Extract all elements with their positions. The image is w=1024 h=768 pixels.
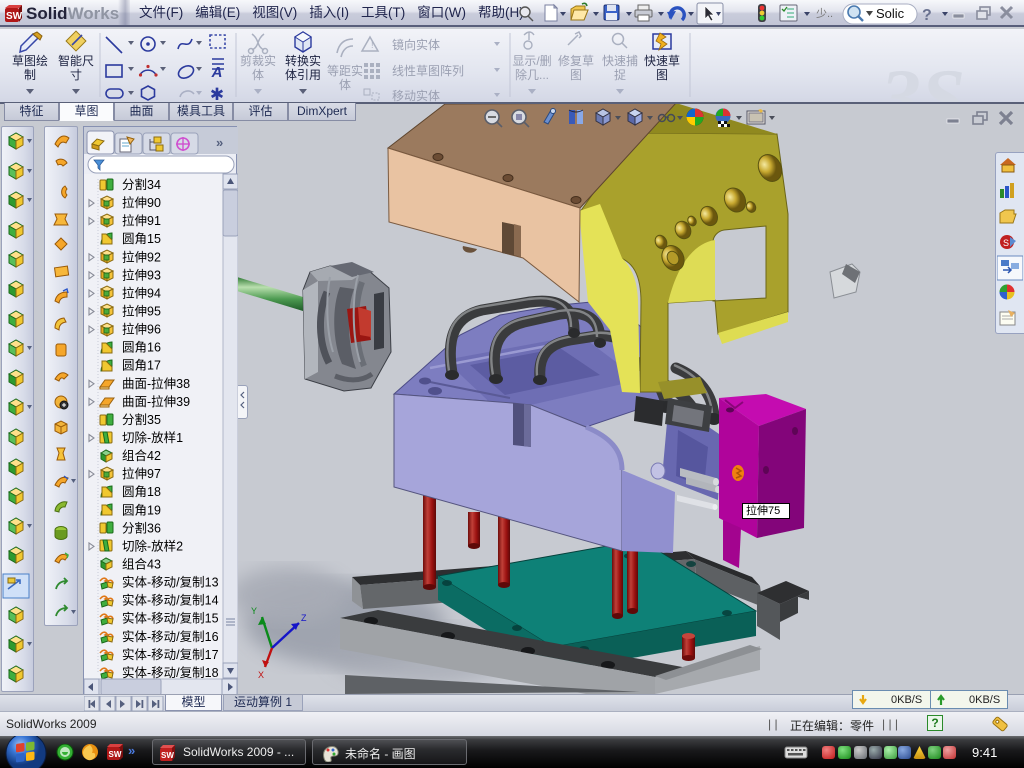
svg-text:体: 体 — [252, 68, 264, 82]
svg-text:Z: Z — [301, 613, 307, 623]
svg-text:组合43: 组合43 — [122, 557, 161, 572]
svg-text:圆角19: 圆角19 — [122, 503, 161, 517]
svg-text:实体-移动/复制14: 实体-移动/复制14 — [122, 593, 219, 608]
svg-text:线性草图阵列: 线性草图阵列 — [392, 64, 464, 78]
svg-text:拉伸90: 拉伸90 — [122, 195, 161, 210]
svg-text:»: » — [216, 135, 223, 150]
svg-text:圆角16: 圆角16 — [122, 341, 161, 355]
svg-text:SW: SW — [6, 11, 23, 22]
svg-text:体: 体 — [339, 78, 351, 92]
svg-text:拉伸91: 拉伸91 — [122, 213, 161, 228]
svg-text:ЗS: ЗS — [879, 54, 965, 103]
svg-text:制: 制 — [24, 68, 36, 82]
svg-text:拉伸94: 拉伸94 — [122, 285, 161, 300]
svg-text:体引用: 体引用 — [285, 68, 321, 82]
svg-text:实体-移动/复制13: 实体-移动/复制13 — [122, 575, 219, 590]
svg-text:拉伸95: 拉伸95 — [122, 304, 161, 319]
svg-text:切除-放样2: 切除-放样2 — [122, 538, 183, 553]
svg-text:曲面-拉伸38: 曲面-拉伸38 — [122, 376, 190, 391]
svg-text:曲面-拉伸39: 曲面-拉伸39 — [122, 394, 190, 409]
svg-text:拉伸97: 拉伸97 — [122, 466, 161, 481]
svg-text:SW: SW — [109, 750, 122, 759]
svg-text:图: 图 — [656, 68, 668, 82]
svg-text:✱: ✱ — [210, 85, 224, 103]
svg-text:剪裁实: 剪裁实 — [240, 53, 276, 68]
svg-text:修复草: 修复草 — [558, 53, 594, 68]
svg-text:除几...: 除几... — [515, 67, 549, 82]
svg-text:!: ! — [371, 40, 374, 50]
svg-text:显示/删: 显示/删 — [512, 54, 551, 68]
svg-text:转换实: 转换实 — [285, 53, 321, 68]
svg-text:拉伸96: 拉伸96 — [122, 322, 161, 337]
svg-text:S: S — [1003, 238, 1009, 248]
svg-text:Solic: Solic — [876, 6, 905, 21]
svg-text:少..: 少.. — [816, 7, 833, 20]
svg-text:实体-移动/复制18: 实体-移动/复制18 — [122, 665, 219, 680]
svg-text:快速草: 快速草 — [644, 54, 680, 68]
svg-text:圆角15: 圆角15 — [122, 232, 161, 246]
svg-text:?: ? — [922, 7, 932, 24]
svg-text:寸: 寸 — [70, 68, 82, 82]
svg-text:分割34: 分割34 — [122, 177, 161, 192]
svg-text:快速捕: 快速捕 — [602, 53, 638, 68]
svg-text:分割36: 分割36 — [122, 520, 161, 535]
svg-text:拉伸93: 拉伸93 — [122, 267, 161, 282]
svg-text:捉: 捉 — [614, 67, 626, 82]
svg-text:SW: SW — [161, 751, 174, 760]
svg-text:镜向实体: 镜向实体 — [392, 37, 440, 52]
svg-text:草图绘: 草图绘 — [12, 53, 48, 68]
svg-text:智能尺: 智能尺 — [58, 53, 94, 68]
svg-text:实体-移动/复制15: 实体-移动/复制15 — [122, 611, 219, 626]
svg-text:»: » — [128, 744, 135, 758]
svg-text:图: 图 — [570, 68, 582, 82]
svg-text:Y: Y — [251, 606, 257, 616]
svg-text:组合42: 组合42 — [122, 448, 161, 463]
svg-text:圆角17: 圆角17 — [122, 359, 161, 373]
svg-text:切除-放样1: 切除-放样1 — [122, 430, 183, 445]
svg-text:分割35: 分割35 — [122, 412, 161, 427]
svg-text:实体-移动/复制16: 实体-移动/复制16 — [122, 629, 219, 644]
svg-text:移动实体: 移动实体 — [392, 88, 440, 103]
svg-text:A: A — [211, 64, 223, 81]
svg-text:实体-移动/复制17: 实体-移动/复制17 — [122, 647, 219, 662]
svg-text:X: X — [258, 670, 264, 680]
svg-text:等距实: 等距实 — [327, 63, 363, 78]
svg-text:拉伸92: 拉伸92 — [122, 249, 161, 264]
svg-text:圆角18: 圆角18 — [122, 485, 161, 499]
